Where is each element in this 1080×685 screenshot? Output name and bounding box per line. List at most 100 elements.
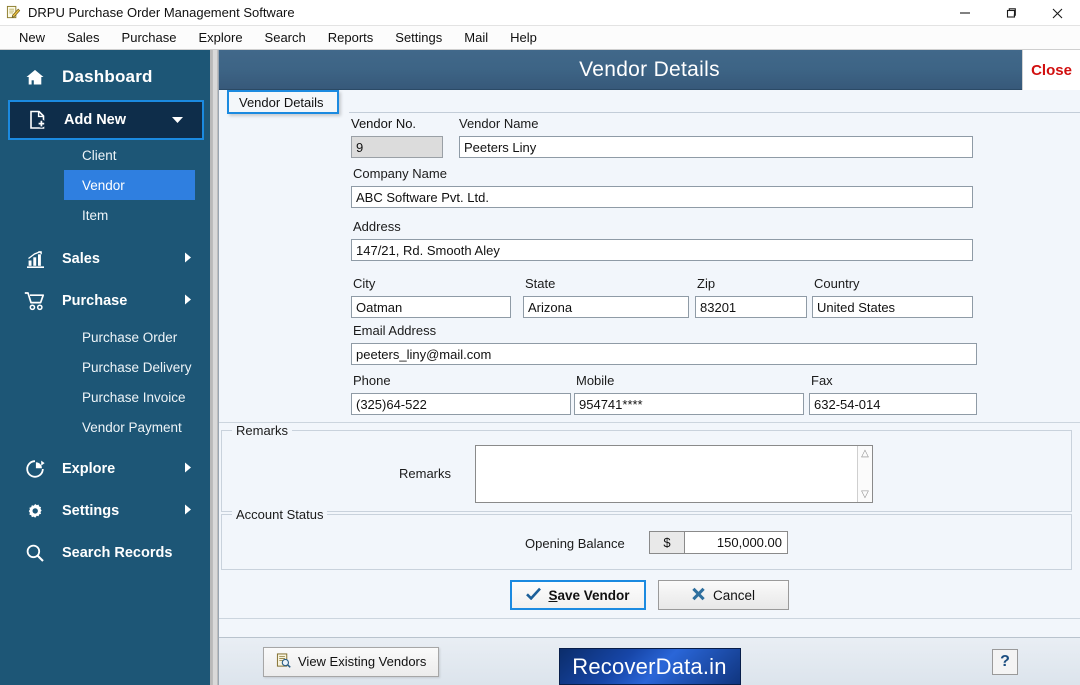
remarks-scrollbar[interactable]: △ ▽ <box>857 446 872 502</box>
state-input[interactable]: Arizona <box>523 296 689 318</box>
phone-input[interactable]: (325)64-522 <box>351 393 571 415</box>
sidebar-item-purchase-invoice[interactable]: Purchase Invoice <box>0 382 210 412</box>
chevron-right-icon <box>184 294 192 309</box>
sidebar-item-explore[interactable]: Explore <box>0 448 210 490</box>
sidebar-item-item-label: Item <box>82 207 109 223</box>
help-button[interactable]: ? <box>992 648 1018 675</box>
opening-balance-field[interactable]: $ 150,000.00 <box>649 531 788 554</box>
tab-vendor-details-label: Vendor Details <box>239 94 324 110</box>
vendor-no-label: Vendor No. <box>351 116 417 131</box>
chevron-down-icon: ▽ <box>861 489 869 500</box>
vendor-name-label: Vendor Name <box>459 116 539 131</box>
sidebar-item-vendor-label: Vendor <box>82 177 125 193</box>
opening-balance-input[interactable]: 150,000.00 <box>684 531 788 554</box>
cancel-button-label: Cancel <box>713 587 756 603</box>
sidebar-item-explore-label: Explore <box>62 461 116 477</box>
close-button[interactable]: Close <box>1022 50 1080 90</box>
address-label: Address <box>353 219 401 234</box>
sidebar-item-purchase-order-label: Purchase Order <box>82 329 178 345</box>
vendor-no-input[interactable]: 9 <box>351 136 443 158</box>
country-label: Country <box>814 276 860 291</box>
sidebar-item-client-label: Client <box>82 147 117 163</box>
sidebar-item-client[interactable]: Client <box>0 140 210 170</box>
app-document-pencil-icon <box>0 5 26 20</box>
chevron-right-icon <box>184 252 192 267</box>
shopping-cart-icon <box>24 291 46 311</box>
gear-icon <box>24 501 46 521</box>
remarks-textarea[interactable]: △ ▽ <box>475 445 873 503</box>
remarks-textarea-value <box>476 446 872 452</box>
menu-item-new[interactable]: New <box>8 28 56 48</box>
list-search-icon <box>276 652 291 671</box>
city-label: City <box>353 276 376 291</box>
cancel-button[interactable]: Cancel <box>657 580 789 610</box>
city-input[interactable]: Oatman <box>351 296 511 318</box>
sidebar-item-purchase-invoice-label: Purchase Invoice <box>82 389 186 405</box>
sidebar-item-vendor-payment[interactable]: Vendor Payment <box>0 412 210 442</box>
mobile-input[interactable]: 954741**** <box>574 393 804 415</box>
fax-label: Fax <box>811 373 833 388</box>
x-mark-icon <box>691 587 706 604</box>
sidebar-item-add-new[interactable]: Add New <box>8 100 204 140</box>
bar-chart-icon <box>24 250 46 269</box>
sidebar-item-item[interactable]: Item <box>0 200 210 230</box>
chevron-right-icon <box>184 462 192 477</box>
brand-watermark: RecoverData.in <box>558 648 741 685</box>
sidebar-item-dashboard[interactable]: Dashboard <box>0 54 210 100</box>
pie-chart-icon <box>24 459 46 479</box>
sidebar-item-purchase-delivery[interactable]: Purchase Delivery <box>0 352 210 382</box>
status-bar: View Existing Vendors RecoverData.in ? <box>219 637 1080 685</box>
sidebar-item-vendor[interactable]: Vendor <box>64 170 195 200</box>
section-divider <box>219 422 1080 423</box>
zip-label: Zip <box>697 276 716 291</box>
minimize-icon[interactable] <box>942 0 988 26</box>
save-vendor-button[interactable]: Save Vendor <box>510 580 646 610</box>
chevron-up-icon: △ <box>861 448 869 459</box>
menu-item-sales[interactable]: Sales <box>56 28 111 48</box>
chevron-down-icon <box>171 113 184 128</box>
sidebar-item-settings[interactable]: Settings <box>0 490 210 532</box>
address-input[interactable]: 147/21, Rd. Smooth Aley <box>351 239 973 261</box>
menu-item-settings[interactable]: Settings <box>384 28 453 48</box>
close-button-label: Close <box>1031 61 1072 79</box>
form-action-buttons: Save Vendor Cancel <box>219 580 1080 610</box>
account-status-group-legend: Account Status <box>232 507 328 522</box>
opening-balance-label: Opening Balance <box>525 536 625 551</box>
menu-item-explore[interactable]: Explore <box>187 28 253 48</box>
menu-bar: New Sales Purchase Explore Search Report… <box>0 26 1080 50</box>
page-title: Vendor Details <box>579 57 720 81</box>
sidebar-item-purchase-order[interactable]: Purchase Order <box>0 322 210 352</box>
save-vendor-rest: ave Vendor <box>557 587 630 603</box>
sidebar-item-sales-label: Sales <box>62 251 100 267</box>
zip-input[interactable]: 83201 <box>695 296 807 318</box>
content-pane: Vendor Details Close Vendor Details Vend… <box>218 50 1080 685</box>
close-icon[interactable] <box>1034 0 1080 26</box>
menu-item-search[interactable]: Search <box>254 28 317 48</box>
sidebar-item-sales[interactable]: Sales <box>0 238 210 280</box>
tab-underline <box>349 112 1080 113</box>
menu-item-purchase[interactable]: Purchase <box>111 28 188 48</box>
company-name-input[interactable]: ABC Software Pvt. Ltd. <box>351 186 973 208</box>
menu-item-reports[interactable]: Reports <box>317 28 385 48</box>
remarks-group: Remarks Remarks △ ▽ <box>221 423 1072 512</box>
view-existing-vendors-button[interactable]: View Existing Vendors <box>263 646 440 677</box>
sidebar-item-vendor-payment-label: Vendor Payment <box>82 419 182 435</box>
sidebar-item-purchase[interactable]: Purchase <box>0 280 210 322</box>
email-input[interactable]: peeters_liny@mail.com <box>351 343 977 365</box>
fax-input[interactable]: 632-54-014 <box>809 393 977 415</box>
menu-item-help[interactable]: Help <box>499 28 548 48</box>
restore-icon[interactable] <box>988 0 1034 26</box>
country-input[interactable]: United States <box>812 296 973 318</box>
home-icon <box>24 68 46 86</box>
tab-vendor-details[interactable]: Vendor Details <box>227 90 339 114</box>
vendor-name-input[interactable]: Peeters Liny <box>459 136 973 158</box>
app-window: DRPU Purchase Order Management Software … <box>0 0 1080 685</box>
window-title: DRPU Purchase Order Management Software <box>28 5 295 20</box>
save-vendor-button-label: Save Vendor <box>548 588 629 603</box>
brand-watermark-label: RecoverData.in <box>572 653 727 679</box>
menu-item-mail[interactable]: Mail <box>453 28 499 48</box>
buttons-divider <box>219 618 1080 619</box>
sidebar-item-search-records[interactable]: Search Records <box>0 532 210 574</box>
view-existing-vendors-label: View Existing Vendors <box>298 654 427 669</box>
chevron-right-icon <box>184 504 192 519</box>
